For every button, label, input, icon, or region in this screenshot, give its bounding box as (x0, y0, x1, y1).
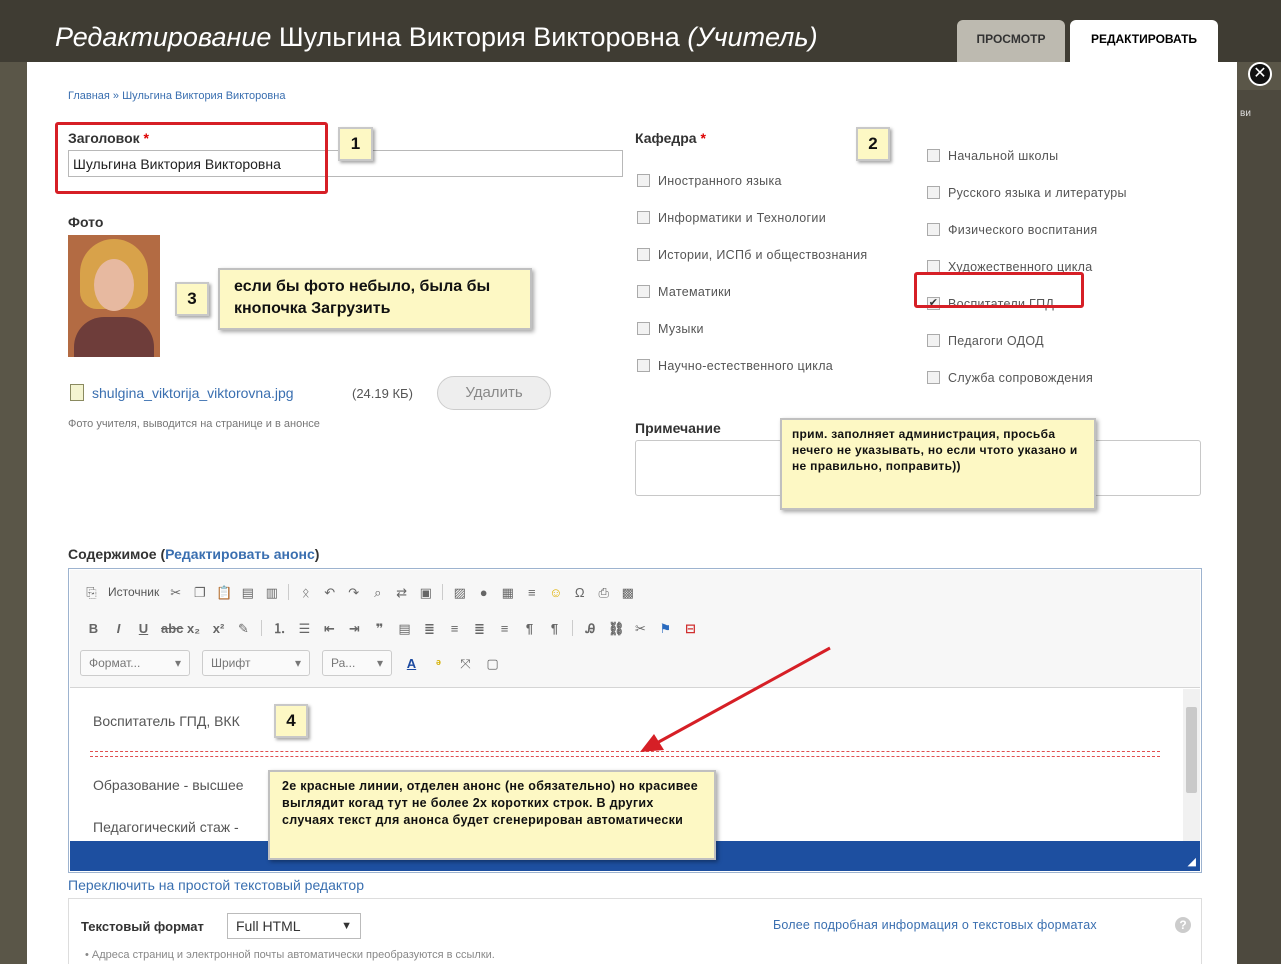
text-format-label: Текстовый формат (81, 919, 204, 934)
help-icon[interactable]: ? (1175, 917, 1191, 933)
text-format-tip-text: Адреса страниц и электронной почты автом… (91, 949, 495, 961)
text-format-value: Full HTML (236, 918, 301, 934)
text-format-help-link[interactable]: Более подробная информация о текстовых ф… (773, 918, 1097, 932)
chevron-down-icon: ▼ (341, 920, 352, 932)
text-format-tip: • Адреса страниц и электронной почты авт… (85, 949, 495, 961)
switch-editor-link[interactable]: Переключить на простой текстовый редакто… (68, 877, 364, 893)
text-format-select[interactable]: Full HTML ▼ (227, 913, 361, 939)
annotation-arrow (640, 646, 831, 752)
text-format-box: Текстовый формат Full HTML ▼ Более подро… (68, 898, 1202, 964)
